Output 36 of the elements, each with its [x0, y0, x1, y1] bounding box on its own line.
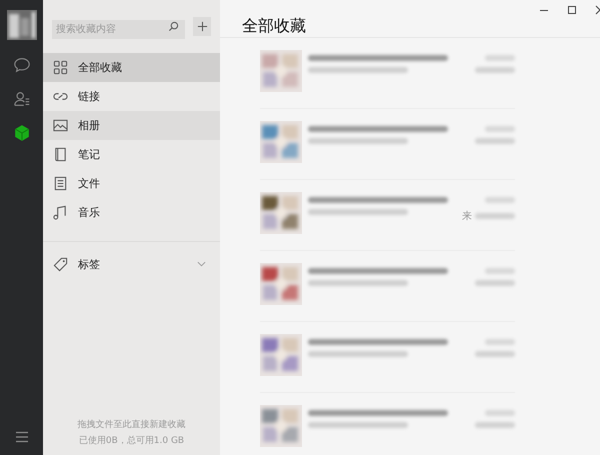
nav-item[interactable]: 笔记: [43, 140, 220, 169]
nav-item[interactable]: 全部收藏: [43, 53, 220, 82]
page-title: 全部收藏: [241, 15, 306, 37]
blurred-date: [485, 126, 515, 132]
plus-icon: [196, 20, 208, 32]
nav-item[interactable]: 相册: [43, 111, 220, 140]
blurred-date: [485, 339, 515, 345]
menu-icon[interactable]: [14, 431, 28, 443]
music-note-icon: [53, 205, 68, 220]
tags-item[interactable]: 标签: [43, 249, 220, 279]
chevron-icon: [197, 261, 206, 267]
nav-item[interactable]: 音乐: [43, 198, 220, 227]
storage-text: 拖拽文件至此直接新建收藏: [78, 418, 186, 431]
blurred-date: [485, 410, 515, 416]
blurred-source: [475, 280, 515, 286]
grid-icon: [53, 60, 68, 75]
image-icon: [53, 118, 68, 133]
blurred-source: [475, 138, 515, 144]
blurred-source: [475, 67, 515, 73]
nav-item[interactable]: 文件: [43, 169, 220, 198]
search-field[interactable]: 搜索收藏内容: [52, 20, 185, 38]
blurred-date: [485, 268, 515, 274]
add-button[interactable]: [193, 16, 211, 36]
blurred-source: [475, 422, 515, 428]
maximize-icon[interactable]: [567, 5, 577, 15]
blurred-date: [485, 197, 515, 203]
tag-icon: [53, 256, 68, 272]
search-icon[interactable]: [168, 20, 179, 32]
blurred-source: [475, 213, 515, 219]
nav-item[interactable]: 链接: [43, 82, 220, 111]
blurred-date: [485, 55, 515, 61]
book-icon: [53, 147, 68, 162]
storage-text: 已使用0B，总可用1.0 GB: [78, 434, 184, 447]
document-icon: [53, 176, 68, 191]
source-text: 来: [462, 210, 472, 223]
blurred-source: [475, 351, 515, 357]
